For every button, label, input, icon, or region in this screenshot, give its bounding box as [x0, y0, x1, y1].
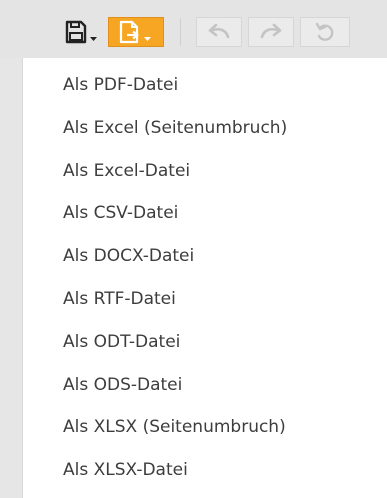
- undo-icon: [208, 23, 230, 39]
- redo-button[interactable]: [248, 17, 294, 47]
- chevron-down-icon: [90, 37, 97, 41]
- menu-item-xlsx-pagebreak[interactable]: Als XLSX (Seitenumbruch): [23, 406, 387, 449]
- save-button[interactable]: [56, 17, 108, 47]
- menu-item-docx[interactable]: Als DOCX-Datei: [23, 235, 387, 278]
- menu-item-csv[interactable]: Als CSV-Datei: [23, 192, 387, 235]
- export-dropdown-menu: Als PDF-Datei Als Excel (Seitenumbruch) …: [22, 58, 387, 498]
- menu-item-excel-pagebreak[interactable]: Als Excel (Seitenumbruch): [23, 107, 387, 150]
- chevron-down-icon: [144, 37, 151, 41]
- export-button[interactable]: [108, 17, 164, 47]
- menu-item-excel[interactable]: Als Excel-Datei: [23, 150, 387, 193]
- toolbar-divider: [180, 18, 181, 46]
- refresh-button[interactable]: [300, 17, 350, 47]
- toolbar: [0, 0, 387, 58]
- menu-item-xlsx[interactable]: Als XLSX-Datei: [23, 449, 387, 492]
- redo-icon: [260, 23, 282, 39]
- undo-button[interactable]: [196, 17, 242, 47]
- save-icon: [65, 20, 97, 44]
- menu-item-ods[interactable]: Als ODS-Datei: [23, 364, 387, 407]
- refresh-icon: [315, 22, 334, 41]
- export-file-icon: [119, 20, 151, 44]
- menu-item-rtf[interactable]: Als RTF-Datei: [23, 278, 387, 321]
- menu-item-odt[interactable]: Als ODT-Datei: [23, 321, 387, 364]
- menu-item-pdf[interactable]: Als PDF-Datei: [23, 64, 387, 107]
- export-menu-list: Als PDF-Datei Als Excel (Seitenumbruch) …: [23, 58, 387, 492]
